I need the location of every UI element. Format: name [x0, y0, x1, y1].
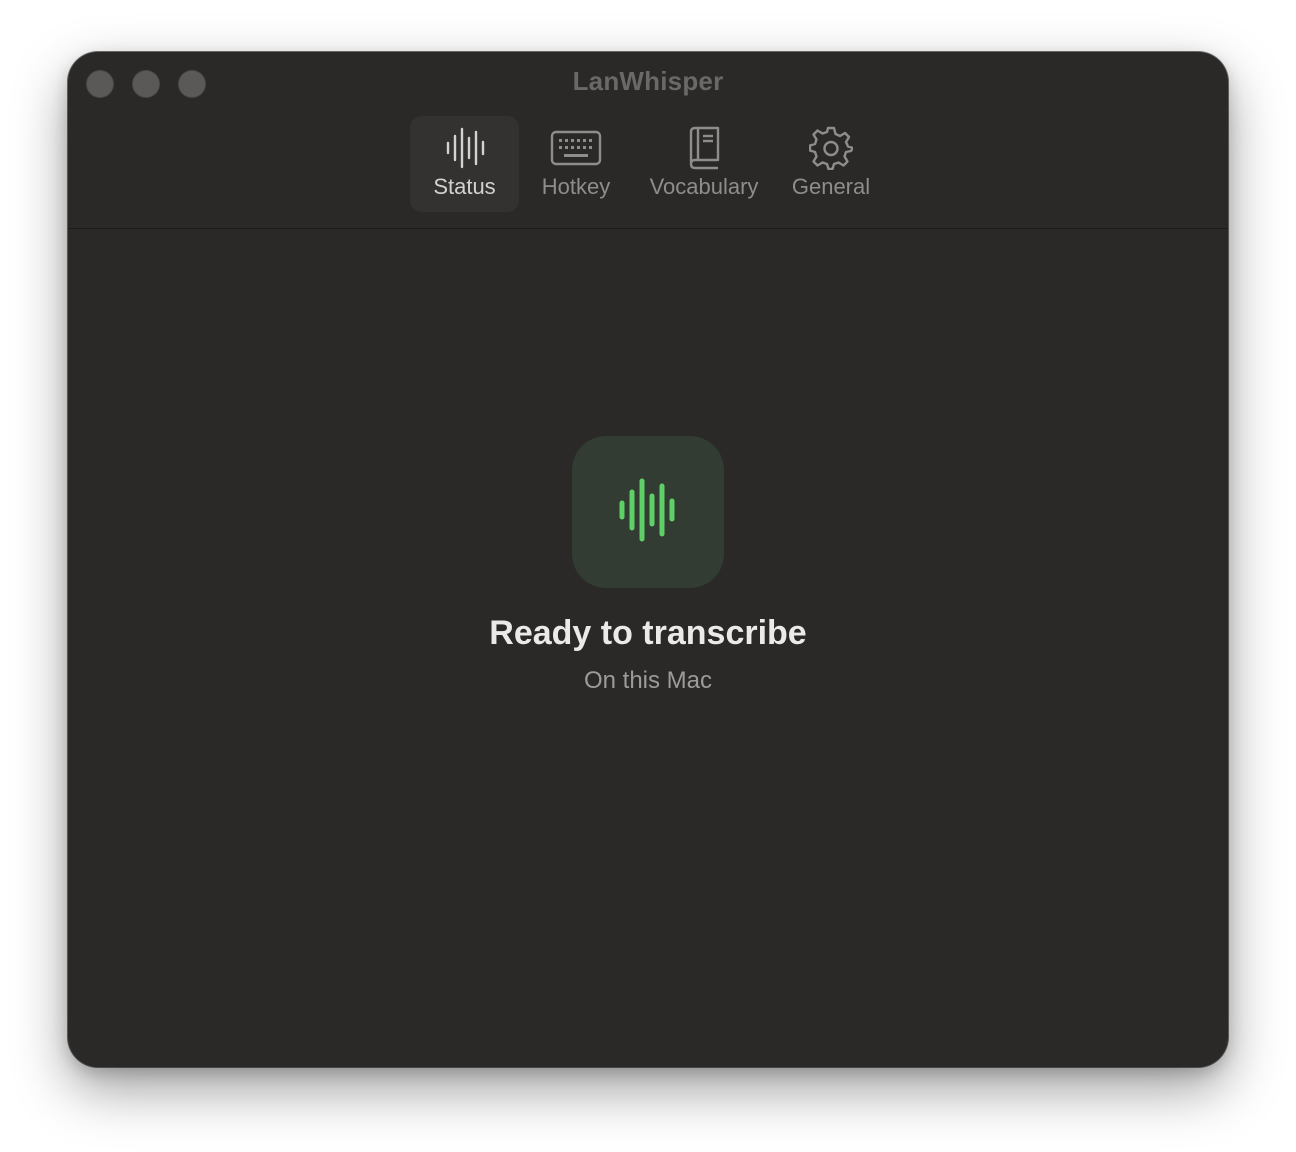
status-detail: On this Mac: [583, 667, 713, 694]
window-title: LanWhisper: [572, 66, 724, 96]
tab-status[interactable]: Status: [410, 116, 519, 212]
waveform-icon: [410, 124, 519, 172]
tab-general[interactable]: General: [780, 116, 882, 212]
titlebar: LanWhisper Status Hotkey Vocabulary Gene…: [68, 52, 1228, 229]
status-indicator-tile: [572, 436, 724, 588]
book-icon: [638, 124, 770, 172]
tab-status-label: Status: [433, 174, 496, 199]
app-window: LanWhisper Status Hotkey Vocabulary Gene…: [68, 52, 1228, 1067]
gear-icon: [780, 124, 882, 172]
status-headline: Ready to transcribe: [489, 614, 807, 652]
tab-vocabulary-label: Vocabulary: [649, 174, 759, 199]
tab-vocabulary[interactable]: Vocabulary: [638, 116, 770, 212]
tab-hotkey-label: Hotkey: [541, 174, 611, 199]
tab-general-label: General: [791, 174, 871, 199]
tab-hotkey[interactable]: Hotkey: [528, 116, 624, 212]
keyboard-icon: [528, 124, 624, 172]
waveform-icon: [618, 478, 678, 547]
